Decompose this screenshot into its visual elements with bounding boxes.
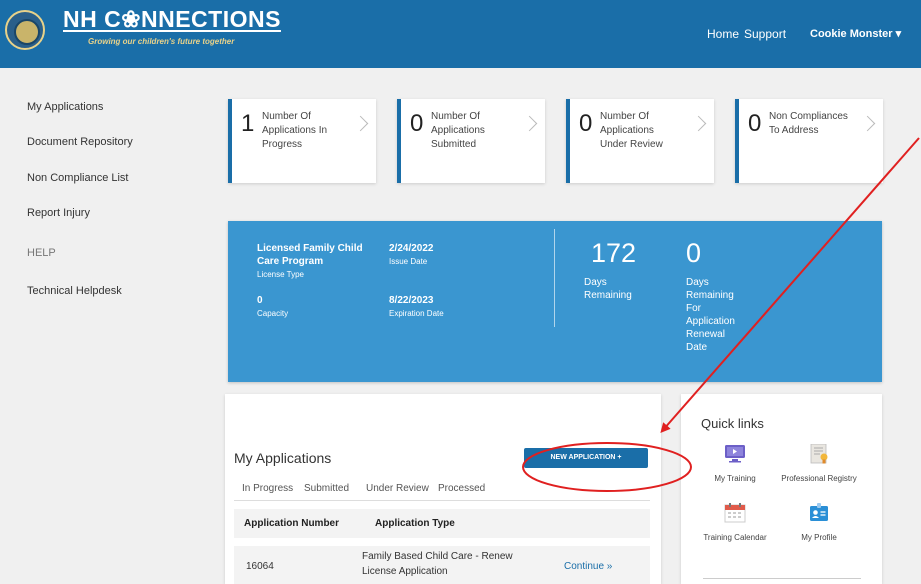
- certificate-icon: [807, 443, 831, 464]
- stat-label: Non Compliances To Address: [769, 111, 848, 136]
- capacity-label: Capacity: [257, 309, 289, 318]
- renewal-days-count: 0: [686, 238, 702, 268]
- sidebar-section-help: HELP: [27, 247, 56, 259]
- column-header-type: Application Type: [375, 518, 455, 529]
- days-remaining-count: 172: [591, 238, 637, 268]
- stat-label: Number Of Applications Under Review: [600, 111, 663, 150]
- issue-date-value: 2/24/2022: [389, 243, 434, 254]
- stat-count: 0: [410, 110, 424, 137]
- quick-link-training-calendar[interactable]: Training Calendar: [695, 503, 775, 544]
- sidebar-item-my-applications[interactable]: My Applications: [27, 101, 103, 113]
- id-card-icon: [807, 503, 831, 523]
- chevron-right-icon: [859, 115, 876, 132]
- stat-label: Number Of Applications In Progress: [262, 111, 328, 150]
- quick-links-panel: Quick links My Training Professional Reg…: [681, 394, 882, 584]
- nh-seal-logo[interactable]: [5, 10, 45, 50]
- column-header-number: Application Number: [244, 518, 340, 529]
- tabs-divider: [234, 500, 650, 501]
- stat-count: 1: [241, 110, 255, 137]
- chevron-right-icon: [690, 115, 707, 132]
- tab-under-review[interactable]: Under Review: [366, 483, 429, 494]
- quick-link-label: My Profile: [801, 533, 837, 542]
- issue-date-label: Issue Date: [389, 257, 428, 266]
- new-application-button[interactable]: NEW APPLICATION +: [524, 448, 648, 468]
- application-type: Family Based Child Care - Renew License …: [362, 551, 513, 577]
- calendar-icon: [723, 503, 747, 523]
- stat-count: 0: [748, 110, 762, 137]
- site-tagline: Growing our children's future together: [88, 37, 235, 46]
- expiration-date-value: 8/22/2023: [389, 295, 434, 306]
- site-logo-title[interactable]: NH C❀NNECTIONS: [63, 6, 281, 33]
- applications-title: My Applications: [234, 450, 332, 466]
- stat-card-submitted[interactable]: 0 Number Of Applications Submitted: [397, 99, 545, 183]
- sidebar-item-technical-helpdesk[interactable]: Technical Helpdesk: [27, 285, 122, 297]
- tab-in-progress[interactable]: In Progress: [242, 483, 293, 494]
- table-header: Application Number Application Type: [234, 509, 650, 538]
- nav-support-link[interactable]: Support: [744, 27, 786, 41]
- chevron-right-icon: [352, 115, 369, 132]
- stat-card-non-compliances[interactable]: 0 Non Compliances To Address: [735, 99, 883, 183]
- license-summary-panel: Licensed Family Child Care Program Licen…: [228, 221, 882, 382]
- top-navbar: NH C❀NNECTIONS Growing our children's fu…: [0, 0, 921, 68]
- license-type-label: License Type: [257, 270, 304, 279]
- quick-links-divider: [703, 578, 861, 579]
- table-row: 16064 Family Based Child Care - Renew Li…: [234, 546, 650, 584]
- tab-processed[interactable]: Processed: [438, 483, 485, 494]
- quick-link-label: My Training: [714, 474, 756, 483]
- stat-card-under-review[interactable]: 0 Number Of Applications Under Review: [566, 99, 714, 183]
- quick-links-title: Quick links: [701, 416, 764, 431]
- stat-count: 0: [579, 110, 593, 137]
- days-remaining-label: Days Remaining: [584, 277, 632, 301]
- quick-link-my-training[interactable]: My Training: [695, 444, 775, 485]
- quick-link-my-profile[interactable]: My Profile: [779, 503, 859, 544]
- license-type-value: Licensed Family Child Care Program: [257, 243, 363, 267]
- chevron-right-icon: [521, 115, 538, 132]
- sidebar-item-report-injury[interactable]: Report Injury: [27, 207, 90, 219]
- stat-label: Number Of Applications Submitted: [431, 111, 485, 150]
- quick-link-professional-registry[interactable]: Professional Registry: [779, 443, 859, 485]
- stat-card-in-progress[interactable]: 1 Number Of Applications In Progress: [228, 99, 376, 183]
- my-applications-panel: My Applications NEW APPLICATION + In Pro…: [225, 394, 661, 584]
- monitor-icon: [723, 444, 747, 464]
- user-menu-dropdown[interactable]: Cookie Monster ▾: [810, 27, 901, 40]
- sidebar-item-document-repository[interactable]: Document Repository: [27, 136, 133, 148]
- continue-link[interactable]: Continue »: [564, 561, 612, 572]
- renewal-days-label: Days Remaining For Application Renewal D…: [686, 277, 735, 353]
- panel-divider: [554, 229, 555, 327]
- sidebar-item-non-compliance-list[interactable]: Non Compliance List: [27, 172, 129, 184]
- capacity-value: 0: [257, 295, 263, 306]
- nav-home-link[interactable]: Home: [707, 27, 739, 41]
- expiration-date-label: Expiration Date: [389, 309, 444, 318]
- quick-link-label: Training Calendar: [703, 533, 767, 542]
- application-number: 16064: [246, 561, 274, 572]
- quick-link-label: Professional Registry: [781, 474, 857, 483]
- tab-submitted[interactable]: Submitted: [304, 483, 349, 494]
